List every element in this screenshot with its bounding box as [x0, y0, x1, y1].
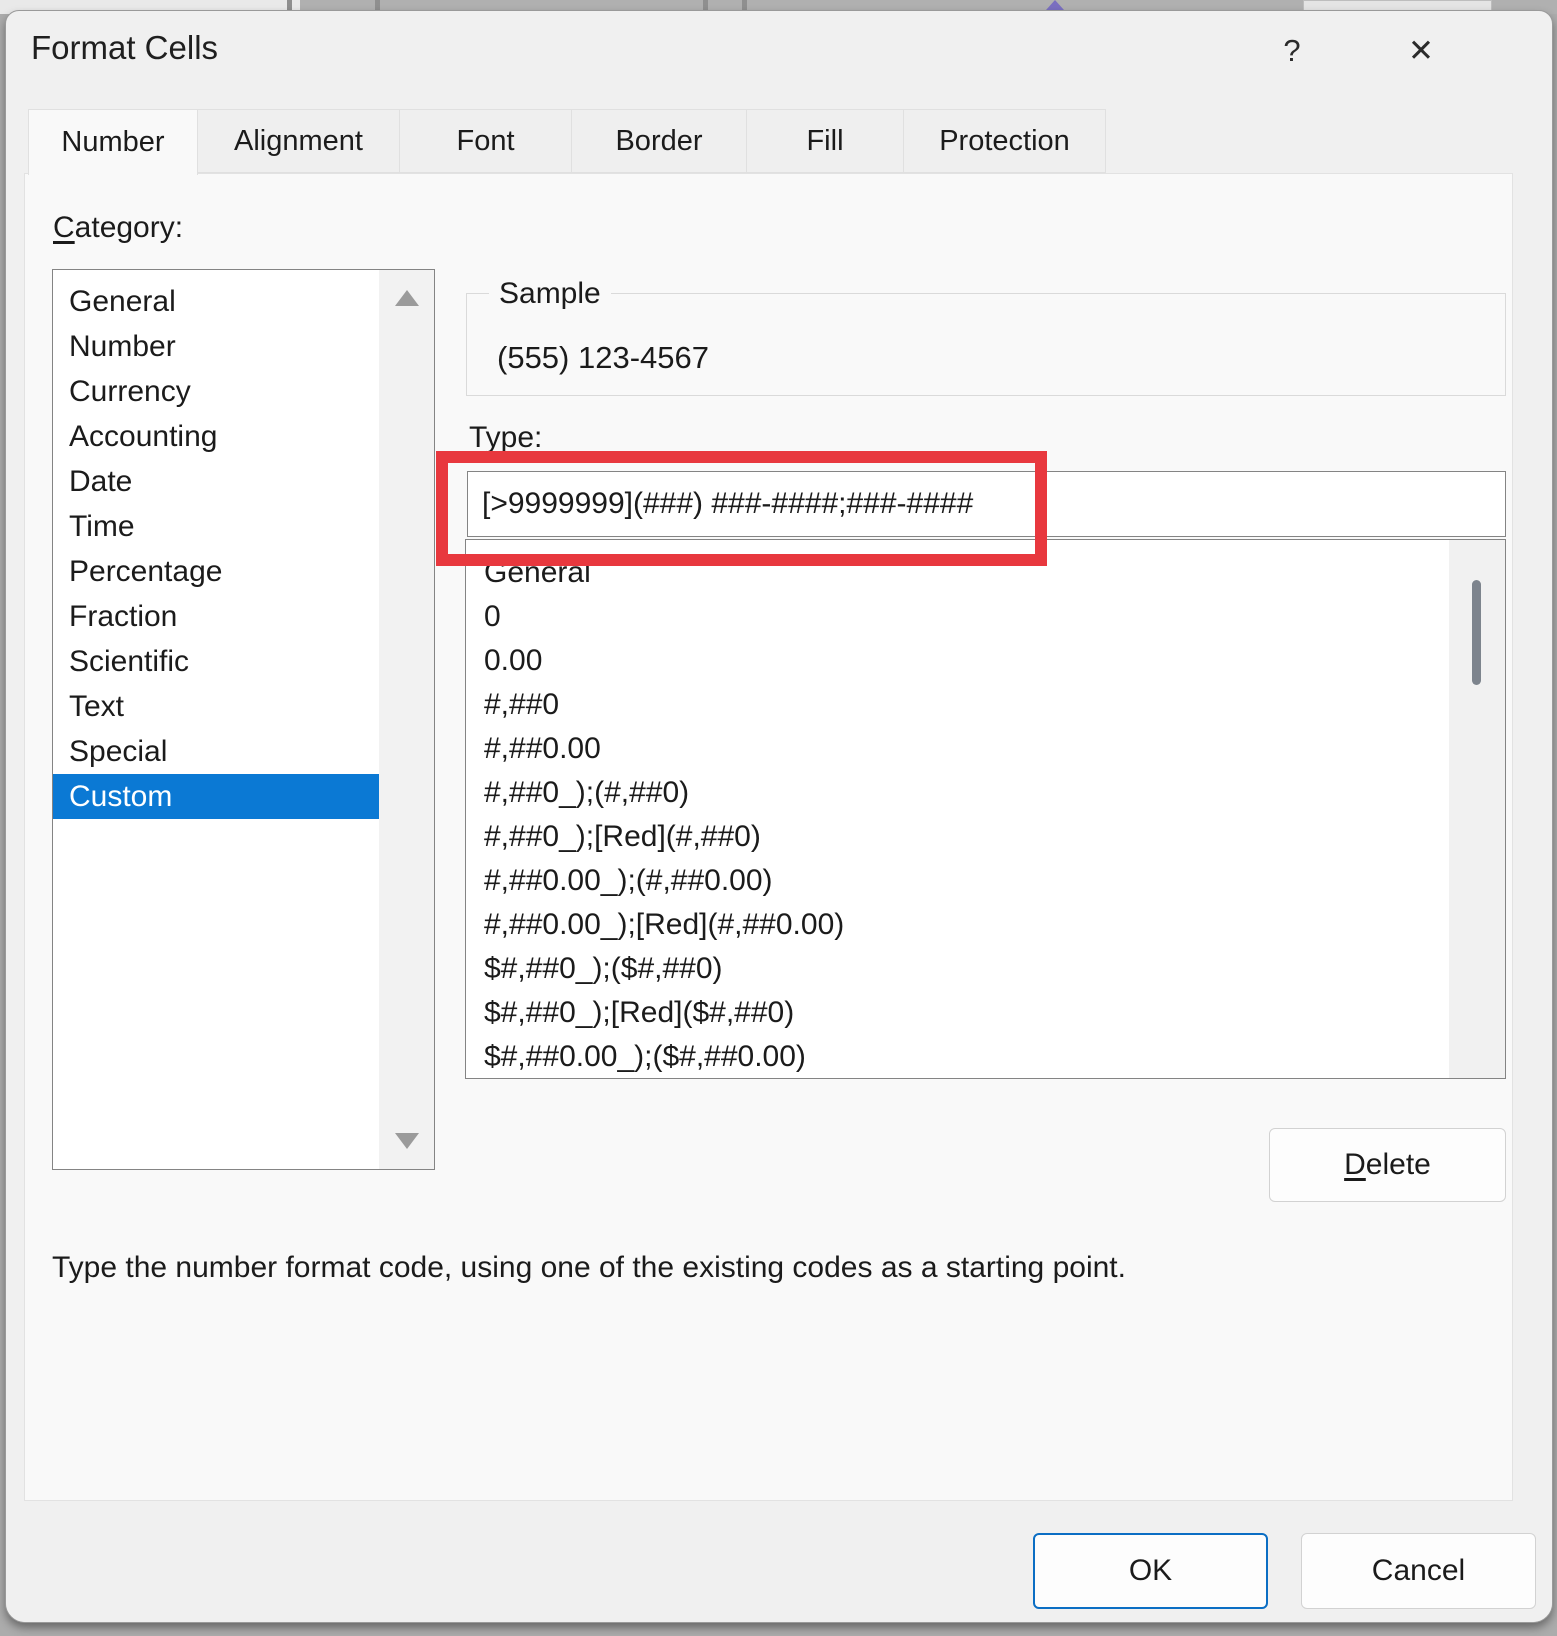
category-item[interactable]: Scientific: [53, 639, 385, 684]
scroll-down-icon[interactable]: [395, 1133, 419, 1149]
help-icon[interactable]: ?: [1264, 25, 1320, 77]
format-code-item[interactable]: 0.00: [466, 639, 1505, 683]
ok-button[interactable]: OK: [1033, 1533, 1268, 1609]
format-code-item[interactable]: #,##0: [466, 683, 1505, 727]
tab[interactable]: Border: [571, 109, 747, 173]
type-input[interactable]: [467, 471, 1506, 537]
category-scrollbar[interactable]: [379, 270, 434, 1169]
format-code-item[interactable]: #,##0.00_);(#,##0.00): [466, 859, 1505, 903]
ribbon-fragment: [703, 0, 708, 10]
format-code-item[interactable]: $#,##0.00_);($#,##0.00): [466, 1035, 1505, 1078]
delete-button[interactable]: Delete: [1269, 1128, 1506, 1202]
close-icon[interactable]: ✕: [1392, 25, 1450, 77]
format-list-scrollbar[interactable]: [1449, 540, 1505, 1078]
format-code-item[interactable]: #,##0_);(#,##0): [466, 771, 1505, 815]
format-code-item[interactable]: #,##0.00_);[Red](#,##0.00): [466, 903, 1505, 947]
ribbon-fragment: [287, 0, 292, 10]
category-item[interactable]: Percentage: [53, 549, 385, 594]
category-item[interactable]: Date: [53, 459, 385, 504]
font-icon-fragment: [1046, 0, 1064, 10]
scrollbar-thumb[interactable]: [1472, 580, 1481, 685]
cancel-button[interactable]: Cancel: [1301, 1533, 1536, 1609]
ribbon-fragment: [375, 0, 380, 10]
category-item[interactable]: Accounting: [53, 414, 385, 459]
tab[interactable]: Fill: [746, 109, 904, 173]
category-item[interactable]: Fraction: [53, 594, 385, 639]
category-item[interactable]: General: [53, 279, 385, 324]
dialog-title: Format Cells: [31, 29, 219, 66]
type-label: Type:: [469, 421, 543, 454]
format-code-item[interactable]: #,##0.00: [466, 727, 1505, 771]
dialog-description: Type the number format code, using one o…: [52, 1251, 1126, 1284]
category-item[interactable]: Time: [53, 504, 385, 549]
sample-label: Sample: [489, 277, 611, 311]
format-code-item[interactable]: 0: [466, 595, 1505, 639]
category-item[interactable]: Custom: [53, 774, 385, 819]
category-label: Category:: [53, 211, 184, 244]
tab[interactable]: Number: [28, 109, 198, 175]
tab[interactable]: Font: [399, 109, 572, 173]
tab[interactable]: Protection: [903, 109, 1106, 173]
scroll-up-icon[interactable]: [395, 290, 419, 306]
sample-value: (555) 123-4567: [497, 340, 709, 375]
category-item[interactable]: Special: [53, 729, 385, 774]
format-code-list: General 0 0.00 #,##0 #,##0.00 #,##0_);(#,##0)…: [465, 539, 1506, 1079]
category-item[interactable]: Number: [53, 324, 385, 369]
category-item[interactable]: Currency: [53, 369, 385, 414]
category-item[interactable]: Text: [53, 684, 385, 729]
ribbon-fragment: [742, 0, 747, 10]
format-code-item[interactable]: $#,##0_);($#,##0): [466, 947, 1505, 991]
format-code-item[interactable]: $#,##0_);[Red]($#,##0): [466, 991, 1505, 1035]
tab[interactable]: Alignment: [197, 109, 400, 173]
tab-strip: Number Alignment Font Border Fill Protection: [28, 109, 1106, 175]
category-list: General Number Currency Accounting Date Time P…: [52, 269, 435, 1170]
format-cells-dialog: Format Cells ? ✕ Number Alignment Font Bord…: [5, 10, 1553, 1623]
format-code-item[interactable]: General: [466, 551, 1505, 595]
sample-groupbox: Sample (555) 123-4567: [466, 277, 1506, 396]
format-code-item[interactable]: #,##0_);[Red](#,##0): [466, 815, 1505, 859]
